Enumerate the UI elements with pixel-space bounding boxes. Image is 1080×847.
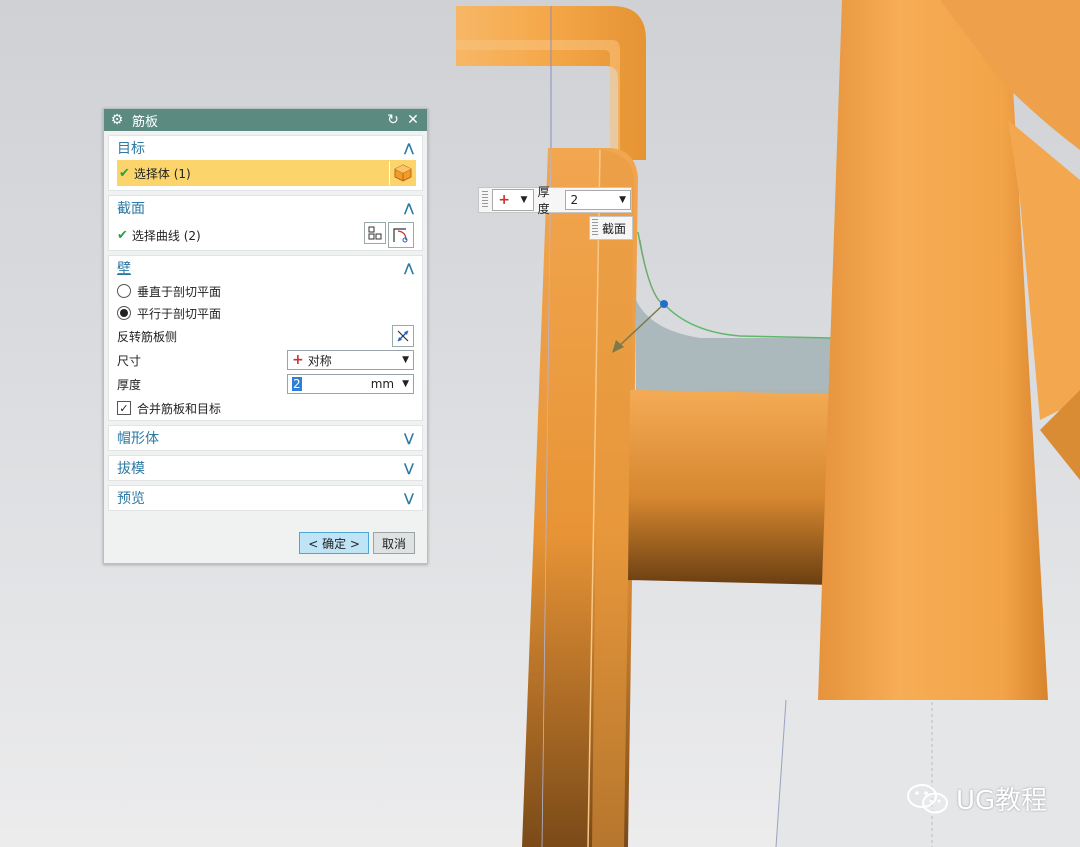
chevron-down-icon: ⋁ xyxy=(403,431,414,445)
section-draft-title: 拔模 xyxy=(117,461,145,477)
section-target-title: 目标 xyxy=(117,141,145,157)
cube-icon xyxy=(394,164,412,182)
reset-icon[interactable]: ↻ xyxy=(385,112,401,128)
gear-icon[interactable]: ⚙ xyxy=(110,112,124,128)
thickness-input-value[interactable]: 2 xyxy=(292,377,302,391)
flip-arrows-icon xyxy=(397,330,409,342)
section-section-title: 截面 xyxy=(117,201,145,217)
section-cap-title: 帽形体 xyxy=(117,431,159,447)
select-curve-label: 选择曲线 (2) xyxy=(131,228,201,243)
model-vertical-plate xyxy=(522,148,638,847)
radio-parallel-label: 平行于剖切平面 xyxy=(137,306,222,321)
watermark: UG教程 xyxy=(906,780,1047,817)
section-wall-title: 壁 xyxy=(117,261,131,277)
section-target-header[interactable]: 目标 ⋀ xyxy=(109,136,422,160)
check-icon: ✔ xyxy=(119,165,130,181)
thickness-unit: mm xyxy=(370,377,395,391)
flip-rib-label: 反转筋板侧 xyxy=(117,329,178,344)
ok-button[interactable]: < 确定 > xyxy=(299,532,369,554)
model-base-block xyxy=(775,699,1080,847)
thickness-label: 厚度 xyxy=(117,377,142,392)
model-hook xyxy=(456,6,646,160)
select-curve-row[interactable]: ✔ 选择曲线 (2) xyxy=(109,220,422,250)
chevron-up-icon: ⋀ xyxy=(403,261,414,275)
symmetric-icon: + xyxy=(292,352,304,368)
section-target: 目标 ⋀ ✔ 选择体 (1) xyxy=(108,135,423,191)
dialog-footer: < 确定 > 取消 xyxy=(104,523,427,563)
model-column xyxy=(818,0,1080,700)
symmetric-icon: + xyxy=(498,192,510,208)
combine-label: 合并筋板和目标 xyxy=(137,401,222,416)
combine-row[interactable]: ✓ 合并筋板和目标 xyxy=(109,396,422,420)
section-preview-title: 预览 xyxy=(117,491,145,507)
chevron-down-icon: ⋁ xyxy=(403,491,414,505)
tooltip-grip xyxy=(592,219,598,237)
chevron-down-icon: ⋁ xyxy=(403,461,414,475)
close-icon[interactable]: ✕ xyxy=(405,112,421,128)
flip-rib-row: 反转筋板侧 xyxy=(109,324,422,348)
select-body-label: 选择体 (1) xyxy=(133,166,191,181)
section-tooltip[interactable]: 截面 xyxy=(589,216,634,240)
radio-perpendicular[interactable]: 垂直于剖切平面 xyxy=(109,280,422,302)
section-preview: 预览 ⋁ xyxy=(108,485,423,511)
section-cap: 帽形体 ⋁ xyxy=(108,425,423,451)
dialog-title-bar[interactable]: ⚙ 筋板 ↻ ✕ xyxy=(104,109,427,131)
cancel-button[interactable]: 取消 xyxy=(372,532,415,554)
section-builder-button[interactable] xyxy=(364,222,386,244)
sketch-icon xyxy=(393,228,408,243)
rib-preview xyxy=(636,231,833,394)
section-wall-header[interactable]: 壁 ⋀ xyxy=(109,256,422,280)
section-tooltip-label: 截面 xyxy=(602,221,627,236)
section-preview-header[interactable]: 预览 ⋁ xyxy=(109,486,422,510)
dialog-title: 筋板 xyxy=(132,114,159,130)
dimension-label: 尺寸 xyxy=(117,353,142,368)
chevron-down-icon: ▼ xyxy=(520,195,528,205)
dimension-dropdown[interactable]: + ▼ xyxy=(491,189,534,211)
dimension-select[interactable]: + 对称 ▼ xyxy=(287,350,414,370)
dimension-value: 对称 xyxy=(307,353,332,368)
rib-dialog: ⚙ 筋板 ↻ ✕ 目标 ⋀ ✔ 选择体 (1) 截面 ⋀ ✔ 选择曲线 (2) … xyxy=(103,108,428,564)
model-horizontal-beam xyxy=(628,390,832,585)
combine-checkbox[interactable]: ✓ xyxy=(117,401,131,415)
flip-direction-button[interactable] xyxy=(392,325,414,347)
chevron-up-icon: ⋀ xyxy=(403,141,414,155)
thickness-input[interactable]: 2 mm ▼ xyxy=(287,374,414,394)
section-wall: 壁 ⋀ 垂直于剖切平面 平行于剖切平面 反转筋板侧 尺寸 + 对称 ▼ 厚度 2… xyxy=(108,255,423,421)
section-cap-header[interactable]: 帽形体 ⋁ xyxy=(109,426,422,450)
radio-parallel[interactable]: 平行于剖切平面 xyxy=(109,302,422,324)
chevron-up-icon: ⋀ xyxy=(403,201,414,215)
section-section: 截面 ⋀ ✔ 选择曲线 (2) xyxy=(108,195,423,251)
dimension-row: 尺寸 + 对称 ▼ xyxy=(109,348,422,372)
floating-thickness-toolbar: + ▼ 厚度 2 ▼ xyxy=(478,185,632,216)
radio-perpendicular-circle[interactable] xyxy=(117,284,131,298)
radio-perpendicular-label: 垂直于剖切平面 xyxy=(137,284,222,299)
thickness-value: 2 xyxy=(570,193,579,207)
section-draft-header[interactable]: 拔模 ⋁ xyxy=(109,456,422,480)
section-builder-icon xyxy=(368,226,382,240)
watermark-text: UG教程 xyxy=(956,786,1048,816)
chevron-down-icon: ▼ xyxy=(619,195,626,205)
section-section-header[interactable]: 截面 ⋀ xyxy=(109,196,422,220)
thickness-label: 厚度 xyxy=(537,185,550,216)
sketch-section-button[interactable] xyxy=(388,222,414,248)
wechat-icon xyxy=(907,783,948,813)
radio-parallel-circle[interactable] xyxy=(117,306,131,320)
section-draft: 拔模 ⋁ xyxy=(108,455,423,481)
chevron-down-icon: ▼ xyxy=(402,355,409,365)
toolbar-grip[interactable] xyxy=(482,191,488,209)
check-icon: ✔ xyxy=(117,227,128,243)
thickness-combo[interactable]: 2 ▼ xyxy=(565,190,631,210)
thickness-row: 厚度 2 mm ▼ xyxy=(109,372,422,396)
select-body-row[interactable]: ✔ 选择体 (1) xyxy=(117,160,416,186)
select-body-button[interactable] xyxy=(389,161,416,185)
chevron-down-icon[interactable]: ▼ xyxy=(402,379,409,389)
